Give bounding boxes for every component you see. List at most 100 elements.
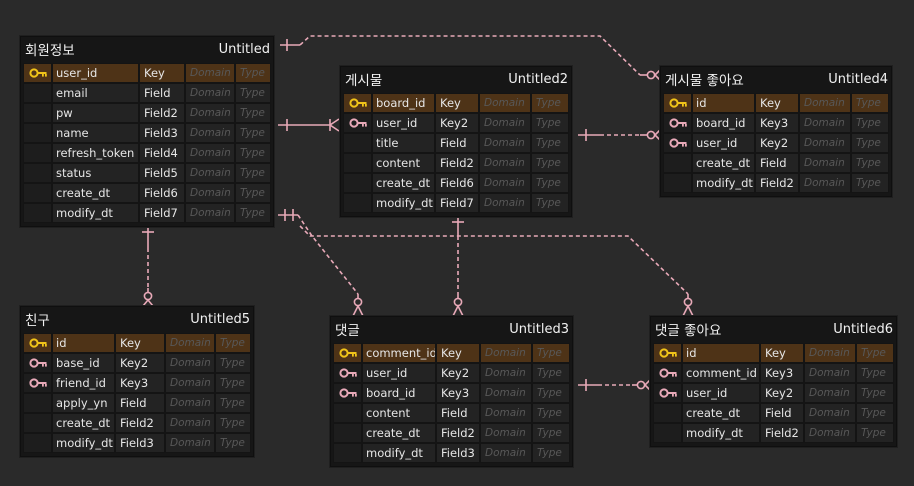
- entity-post[interactable]: 게시물 Untitled2 board_id Key Domain Type user_id…: [340, 66, 572, 217]
- field-type: Type: [856, 343, 894, 363]
- field-row[interactable]: user_id Key2 Domain Type: [653, 383, 894, 403]
- zero-marker: [646, 130, 656, 140]
- field-row[interactable]: id Key Domain Type: [653, 343, 894, 363]
- field-row[interactable]: content Field2 Domain Type: [343, 153, 569, 173]
- field-name: create_dt: [362, 423, 436, 443]
- field-name: board_id: [692, 113, 755, 133]
- entity-post_like[interactable]: 게시물 좋아요 Untitled4 id Key Domain Type board_id K…: [660, 66, 892, 197]
- field-type: Type: [856, 363, 894, 383]
- field-row[interactable]: refresh_token Field4 Domain Type: [23, 143, 271, 163]
- field-key: Field: [139, 83, 185, 103]
- field-name: title: [372, 133, 435, 153]
- entity-comment_like[interactable]: 댓글 좋아요 Untitled6 id Key Domain Type comment_id…: [650, 316, 897, 447]
- field-row[interactable]: comment_id Key3 Domain Type: [653, 363, 894, 383]
- field-key: Key2: [760, 383, 804, 403]
- entity-header[interactable]: 댓글 Untitled3: [331, 317, 572, 341]
- field-key: Key: [760, 343, 804, 363]
- field-row[interactable]: id Key Domain Type: [663, 93, 889, 113]
- field-type: Type: [851, 93, 889, 113]
- field-row[interactable]: email Field Domain Type: [23, 83, 271, 103]
- zero-marker: [636, 380, 646, 390]
- entity-table-name: Untitled6: [833, 321, 893, 337]
- field-row[interactable]: apply_yn Field Domain Type: [23, 393, 251, 413]
- field-row[interactable]: board_id Key3 Domain Type: [663, 113, 889, 133]
- field-key: Key3: [760, 363, 804, 383]
- field-domain: Domain: [804, 363, 856, 383]
- field-key: Field3: [115, 433, 165, 453]
- field-name: name: [52, 123, 139, 143]
- entity-comment[interactable]: 댓글 Untitled3 comment_id Key Domain Type user_i…: [330, 316, 573, 467]
- entity-header[interactable]: 댓글 좋아요 Untitled6: [651, 317, 896, 341]
- field-row[interactable]: status Field5 Domain Type: [23, 163, 271, 183]
- field-row[interactable]: create_dt Field2 Domain Type: [333, 423, 570, 443]
- field-domain: Domain: [185, 203, 235, 223]
- entity-table-name: Untitled: [218, 41, 270, 57]
- field-row[interactable]: id Key Domain Type: [23, 333, 251, 353]
- field-domain: Domain: [165, 433, 215, 453]
- field-key: Key2: [755, 133, 799, 153]
- field-type: Type: [531, 133, 569, 153]
- field-key: Key: [435, 93, 479, 113]
- field-row[interactable]: modify_dt Field3 Domain Type: [23, 433, 251, 453]
- field-name: content: [372, 153, 435, 173]
- entity-header[interactable]: 친구 Untitled5: [21, 307, 253, 331]
- field-row[interactable]: comment_id Key Domain Type: [333, 343, 570, 363]
- field-row[interactable]: user_id Key Domain Type: [23, 63, 271, 83]
- entity-header[interactable]: 회원정보 Untitled: [21, 37, 273, 61]
- relationship-line: [452, 305, 464, 317]
- field-icon-cell: [23, 103, 52, 123]
- entity-name: 게시물 좋아요: [665, 73, 744, 89]
- field-type: Type: [532, 383, 570, 403]
- field-row[interactable]: create_dt Field6 Domain Type: [23, 183, 271, 203]
- field-type: Type: [215, 373, 251, 393]
- field-row[interactable]: board_id Key3 Domain Type: [333, 383, 570, 403]
- field-row[interactable]: board_id Key Domain Type: [343, 93, 569, 113]
- field-row[interactable]: create_dt Field Domain Type: [663, 153, 889, 173]
- field-row[interactable]: content Field Domain Type: [333, 403, 570, 423]
- field-row[interactable]: create_dt Field Domain Type: [653, 403, 894, 423]
- entity-header[interactable]: 게시물 좋아요 Untitled4: [661, 67, 891, 91]
- field-row[interactable]: user_id Key2 Domain Type: [343, 113, 569, 133]
- field-key: Key: [755, 93, 799, 113]
- zero-marker: [353, 297, 363, 307]
- foreign-key-icon: [23, 353, 52, 373]
- field-domain: Domain: [479, 173, 531, 193]
- field-domain: Domain: [185, 103, 235, 123]
- field-domain: Domain: [479, 113, 531, 133]
- entity-member[interactable]: 회원정보 Untitled user_id Key Domain Type email Fie…: [20, 36, 274, 227]
- field-name: modify_dt: [52, 433, 115, 453]
- field-name: apply_yn: [52, 393, 115, 413]
- field-row[interactable]: title Field Domain Type: [343, 133, 569, 153]
- field-row[interactable]: user_id Key2 Domain Type: [663, 133, 889, 153]
- field-name: id: [692, 93, 755, 113]
- entity-friend[interactable]: 친구 Untitled5 id Key Domain Type base_id Key2 Dom…: [20, 306, 254, 457]
- foreign-key-icon: [663, 133, 692, 153]
- field-row[interactable]: modify_dt Field7 Domain Type: [23, 203, 271, 223]
- field-icon-cell: [343, 173, 372, 193]
- foreign-key-icon: [333, 383, 362, 403]
- field-row[interactable]: modify_dt Field3 Domain Type: [333, 443, 570, 463]
- field-row[interactable]: pw Field2 Domain Type: [23, 103, 271, 123]
- field-icon-cell: [663, 153, 692, 173]
- entity-name: 친구: [25, 313, 50, 329]
- field-row[interactable]: create_dt Field6 Domain Type: [343, 173, 569, 193]
- field-row[interactable]: user_id Key2 Domain Type: [333, 363, 570, 383]
- field-type: Type: [532, 443, 570, 463]
- field-type: Type: [215, 353, 251, 373]
- field-name: comment_id: [362, 343, 436, 363]
- zero-marker: [683, 297, 693, 307]
- field-domain: Domain: [165, 353, 215, 373]
- entity-header[interactable]: 게시물 Untitled2: [341, 67, 571, 91]
- field-row[interactable]: name Field3 Domain Type: [23, 123, 271, 143]
- field-name: email: [52, 83, 139, 103]
- field-row[interactable]: create_dt Field2 Domain Type: [23, 413, 251, 433]
- foreign-key-icon: [663, 113, 692, 133]
- primary-key-icon: [23, 333, 52, 353]
- field-row[interactable]: friend_id Key3 Domain Type: [23, 373, 251, 393]
- field-row[interactable]: modify_dt Field7 Domain Type: [343, 193, 569, 213]
- field-domain: Domain: [804, 423, 856, 443]
- field-row[interactable]: base_id Key2 Domain Type: [23, 353, 251, 373]
- field-row[interactable]: modify_dt Field2 Domain Type: [653, 423, 894, 443]
- field-row[interactable]: modify_dt Field2 Domain Type: [663, 173, 889, 193]
- zero-marker: [453, 297, 463, 307]
